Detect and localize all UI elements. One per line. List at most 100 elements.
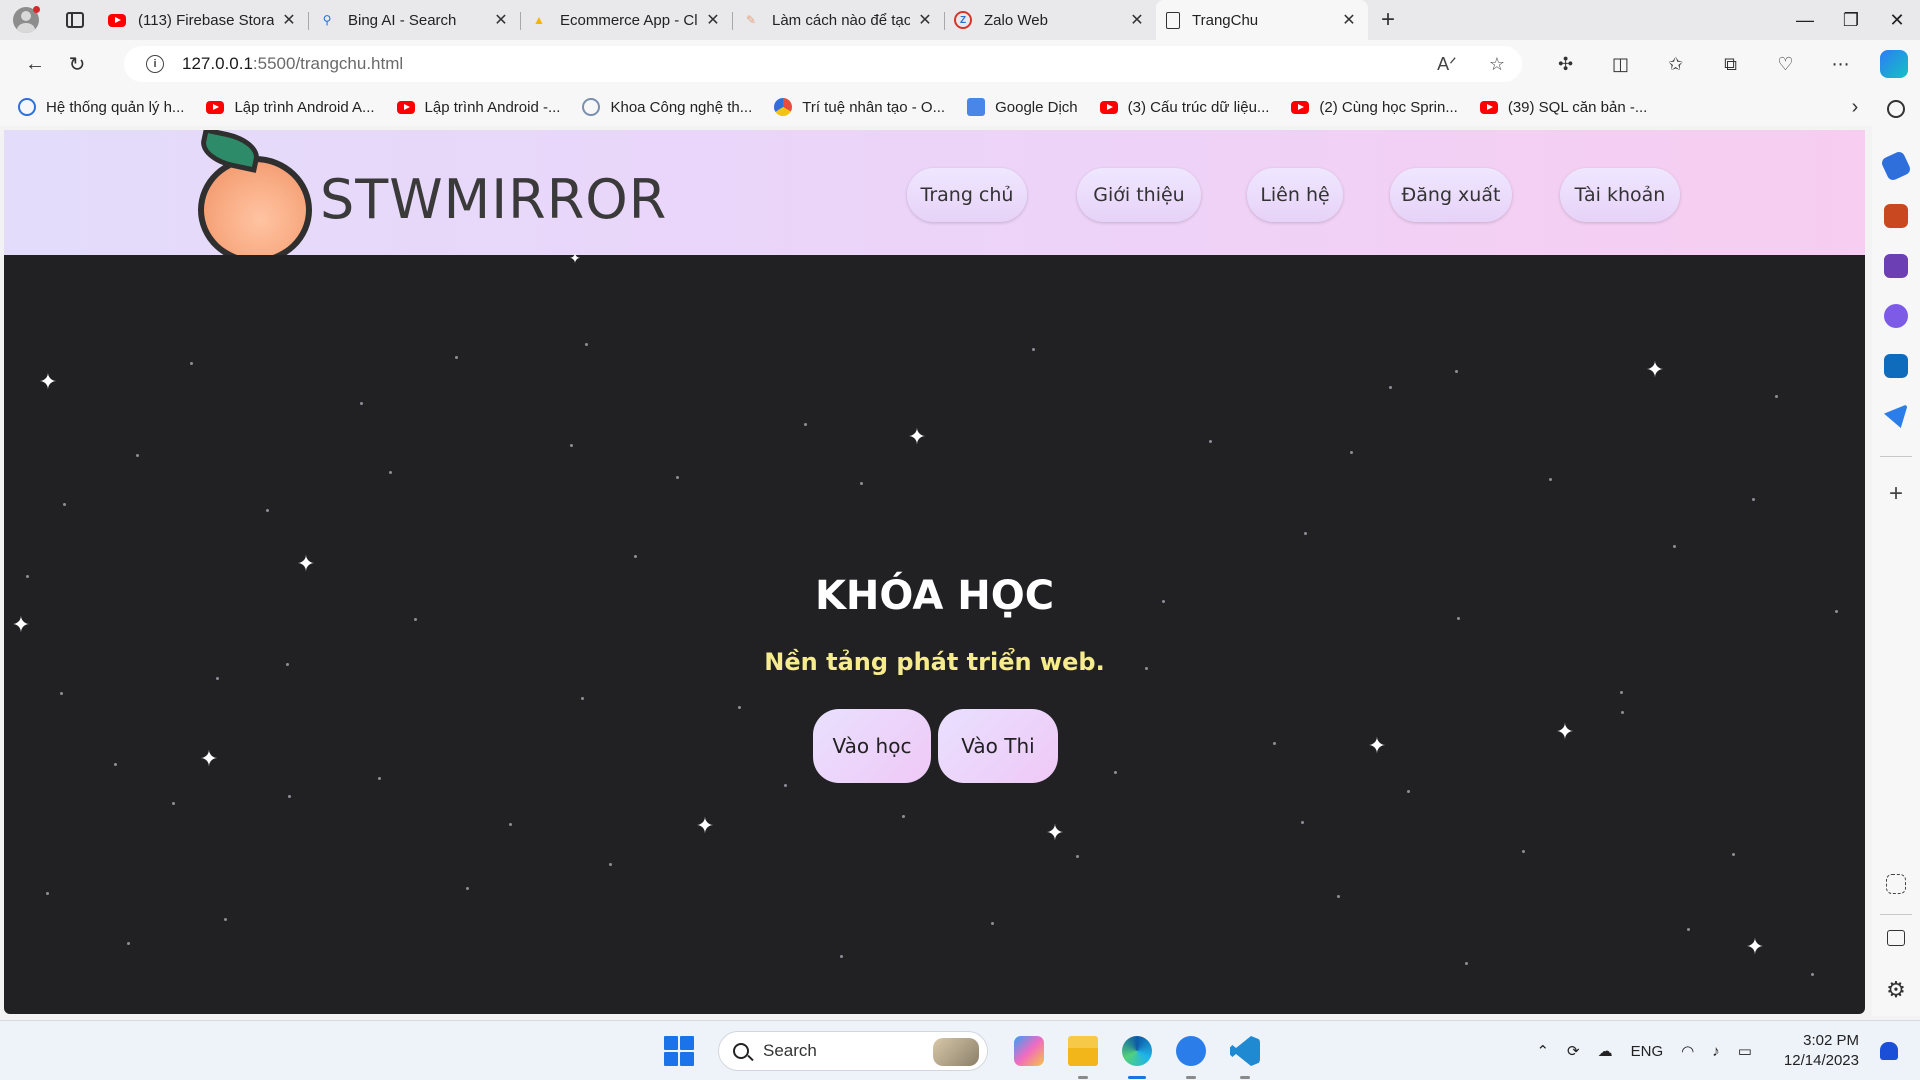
- youtube-icon: [108, 13, 126, 27]
- copilot-icon[interactable]: [1880, 50, 1908, 78]
- profile-button[interactable]: [0, 0, 52, 40]
- favorite-link[interactable]: Google Dịch: [967, 98, 1078, 116]
- settings-gear-icon[interactable]: ⚙: [1884, 978, 1908, 1002]
- tools-icon[interactable]: [1884, 204, 1908, 228]
- favorites-icon[interactable]: ✩: [1648, 54, 1703, 75]
- close-icon[interactable]: ✕: [1340, 10, 1358, 30]
- volume-icon[interactable]: ♪: [1712, 1043, 1720, 1060]
- minimize-icon[interactable]: —: [1782, 0, 1828, 40]
- star-dot: [1522, 850, 1525, 853]
- star-dot: [1389, 386, 1392, 389]
- close-icon[interactable]: ✕: [704, 10, 722, 30]
- back-arrow-icon[interactable]: ←: [14, 46, 56, 82]
- more-menu-icon[interactable]: ⋯: [1813, 54, 1868, 75]
- refresh-icon[interactable]: ↻: [56, 46, 98, 82]
- star-dot: [1114, 771, 1117, 774]
- favorite-link[interactable]: Lập trình Android -...: [396, 99, 560, 116]
- battery-icon[interactable]: ▭: [1738, 1042, 1752, 1060]
- copilot-preview-icon: [1014, 1036, 1044, 1066]
- hide-sidebar-icon[interactable]: [1887, 930, 1905, 946]
- toolbar-actions: ✣ ◫ ✩ ⧉ ♡ ⋯: [1538, 40, 1920, 88]
- close-icon[interactable]: ✕: [280, 10, 298, 30]
- nav-trang-chu[interactable]: Trang chủ: [907, 168, 1027, 222]
- page-icon: ✎: [745, 13, 757, 27]
- cloud-off-icon[interactable]: ☁: [1598, 1042, 1613, 1060]
- close-icon[interactable]: ✕: [492, 10, 510, 30]
- wifi-icon[interactable]: ◠: [1681, 1042, 1694, 1060]
- vao-thi-button[interactable]: Vào Thi: [938, 709, 1058, 783]
- taskbar-app-file-explorer[interactable]: [1063, 1031, 1103, 1079]
- split-screen-icon[interactable]: ◫: [1593, 54, 1648, 75]
- sync-icon[interactable]: ⟳: [1567, 1042, 1580, 1060]
- tab-ecommerce-app[interactable]: ▲ Ecommerce App - Cloud Fi ✕: [520, 0, 732, 40]
- screenshot-icon[interactable]: [1886, 874, 1906, 894]
- nav-gioi-thieu[interactable]: Giới thiệu: [1077, 168, 1201, 222]
- tab-lam-cach-nao[interactable]: ✎ Làm cách nào để tạo danh ✕: [732, 0, 944, 40]
- taskbar-app-translator[interactable]: [1171, 1031, 1211, 1079]
- nav-tai-khoan[interactable]: Tài khoản: [1560, 168, 1680, 222]
- notification-bell-icon[interactable]: [1880, 1042, 1898, 1060]
- site-info-icon[interactable]: i: [146, 55, 164, 73]
- tab-title: (113) Firebase Storage - Up: [138, 11, 274, 29]
- favorite-link[interactable]: Khoa Công nghệ th...: [582, 98, 752, 116]
- window-close-icon[interactable]: ✕: [1874, 0, 1920, 40]
- site-brand[interactable]: STWMIRROR: [320, 168, 667, 231]
- taskbar-app-vscode[interactable]: [1225, 1031, 1265, 1079]
- outlook-icon[interactable]: [1884, 354, 1908, 378]
- read-aloud-icon[interactable]: Aᐟ: [1422, 54, 1472, 75]
- favorite-label: Khoa Công nghệ th...: [610, 98, 753, 116]
- extensions-icon[interactable]: ✣: [1538, 54, 1593, 75]
- favorite-link[interactable]: Hệ thống quản lý h...: [18, 98, 184, 116]
- vao-hoc-button[interactable]: Vào học: [813, 709, 931, 783]
- favorite-link[interactable]: Lập trình Android A...: [206, 99, 375, 116]
- chevron-up-icon[interactable]: ⌃: [1536, 1042, 1549, 1060]
- favorite-link[interactable]: Trí tuệ nhân tạo - O...: [774, 98, 945, 116]
- tab-title: Ecommerce App - Cloud Fi: [560, 11, 698, 29]
- shopping-tag-icon[interactable]: [1880, 150, 1912, 182]
- favorite-link[interactable]: (39) SQL căn bản -...: [1479, 99, 1647, 116]
- close-icon[interactable]: ✕: [1128, 10, 1146, 30]
- tab-bing-ai[interactable]: ⚲ Bing AI - Search ✕: [308, 0, 520, 40]
- star-dot: [1350, 451, 1353, 454]
- tab-actions-button[interactable]: [52, 0, 98, 40]
- tab-firebase-storage[interactable]: (113) Firebase Storage - Up ✕: [98, 0, 308, 40]
- windows-start-icon[interactable]: [664, 1036, 694, 1066]
- tab-zalo-web[interactable]: Z Zalo Web ✕: [944, 0, 1156, 40]
- taskbar-app-copilot-preview[interactable]: [1009, 1031, 1049, 1071]
- input-language[interactable]: ENG: [1631, 1043, 1664, 1060]
- hero-title: KHÓA HỌC: [814, 573, 1055, 619]
- microsoft-365-icon[interactable]: [1884, 304, 1908, 328]
- collections-icon[interactable]: ⧉: [1703, 54, 1758, 75]
- browser-essentials-icon[interactable]: ♡: [1758, 54, 1813, 75]
- taskbar-app-edge[interactable]: [1117, 1031, 1157, 1079]
- favorite-label: (3) Cấu trúc dữ liệu...: [1127, 98, 1270, 116]
- close-icon[interactable]: ✕: [916, 10, 934, 30]
- add-icon[interactable]: +: [1884, 480, 1908, 508]
- search-icon[interactable]: [1887, 100, 1905, 118]
- star-decoration: ✦: [569, 250, 581, 266]
- star-dot: [609, 863, 612, 866]
- star-dot: [63, 503, 66, 506]
- tab-trangchu[interactable]: TrangChu ✕: [1156, 0, 1368, 40]
- star-decoration: ✦: [1045, 820, 1065, 845]
- drop-icon[interactable]: [1884, 404, 1908, 428]
- star-dot: [634, 555, 637, 558]
- taskbar-apps: Search: [664, 1021, 1272, 1080]
- games-icon[interactable]: [1884, 254, 1908, 278]
- favorite-label: Google Dịch: [995, 98, 1078, 116]
- app-store-icon: [1176, 1036, 1206, 1066]
- favorite-link[interactable]: (3) Cấu trúc dữ liệu...: [1099, 98, 1270, 116]
- new-tab-button[interactable]: +: [1368, 6, 1408, 34]
- nav-dang-xuat[interactable]: Đăng xuất: [1390, 168, 1512, 222]
- taskbar-clock[interactable]: 3:02 PM 12/14/2023: [1775, 1031, 1868, 1071]
- site-header: STWMIRROR Trang chủ Giới thiệu Liên hệ Đ…: [4, 130, 1865, 264]
- star-decoration: ✦: [1555, 719, 1575, 744]
- restore-icon[interactable]: ❐: [1828, 0, 1874, 40]
- address-bar[interactable]: i 127.0.0.1:5500/trangchu.html Aᐟ ☆: [124, 46, 1522, 82]
- taskbar-search[interactable]: Search: [718, 1031, 988, 1071]
- favorite-link[interactable]: (2) Cùng học Sprin...: [1291, 99, 1458, 116]
- youtube-icon: [1099, 100, 1118, 114]
- nav-lien-he[interactable]: Liên hệ: [1247, 168, 1343, 222]
- favorite-star-icon[interactable]: ☆: [1472, 54, 1522, 75]
- favorite-label: Hệ thống quản lý h...: [46, 98, 185, 116]
